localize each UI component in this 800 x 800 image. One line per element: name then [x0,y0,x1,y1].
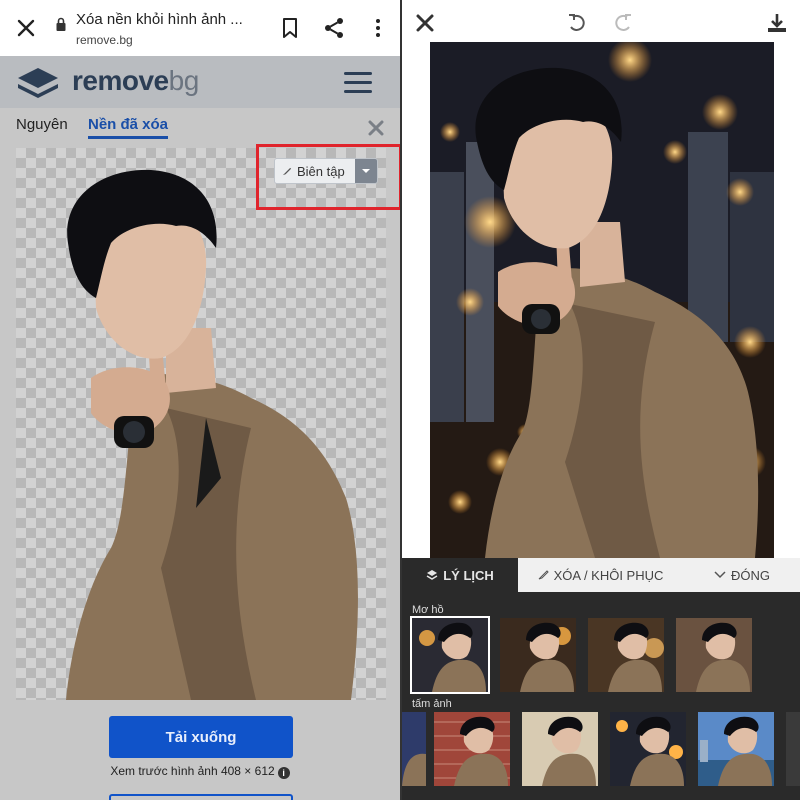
bookmark-icon[interactable] [278,16,302,40]
removebg-logo-text[interactable]: removebg [72,65,199,97]
share-icon[interactable] [322,16,346,40]
hd-download-button[interactable] [109,794,293,800]
photo-thumbnail[interactable] [434,712,510,786]
brush-icon [538,570,549,580]
logo-text-suffix: bg [168,65,200,96]
redo-icon[interactable] [612,12,634,34]
undo-icon[interactable] [566,12,588,34]
photos-section-label: tấm ảnh [412,698,452,710]
tab-background[interactable]: LÝ LỊCH [402,558,518,592]
close-icon[interactable] [14,16,38,40]
tab-original[interactable]: Nguyên [16,116,68,133]
edit-button-highlight [256,144,400,210]
tab-close[interactable]: ĐÓNG [682,558,800,592]
lock-icon [56,17,66,31]
preview-size-label: Xem trước hình ảnh 408 × 612 [110,764,275,778]
tab-erase-restore-label: XÓA / KHÔI PHỤC [553,567,664,583]
city-bokeh-background [430,42,774,558]
chevron-down-icon [714,571,726,579]
hamburger-menu-icon[interactable] [344,72,372,94]
logo-text-main: remove [72,65,169,96]
download-icon[interactable] [766,12,788,34]
edited-photo [430,42,774,558]
preview-size-text: Xem trước hình ảnh 408 × 612 i [0,764,400,779]
layers-icon [426,570,438,580]
tab-erase-restore[interactable]: XÓA / KHÔI PHỤC [518,558,682,592]
site-header: removebg [0,56,400,108]
transparent-preview [16,148,386,700]
blur-thumbnail[interactable] [410,616,490,694]
browser-toolbar: Xóa nền khỏi hình ảnh ... remove.bg [0,0,400,56]
info-icon[interactable]: i [277,767,290,779]
close-editor-icon[interactable] [414,12,436,34]
result-tabs: Nguyên Nền đã xóa [0,108,400,146]
photo-thumbnail[interactable] [402,712,426,786]
editor-panel: LÝ LỊCH XÓA / KHÔI PHỤC ĐÓNG Mơ hồ tấm ả… [400,0,800,800]
page-title: Xóa nền khỏi hình ảnh ... [76,11,243,28]
screenshot-root: Xóa nền khỏi hình ảnh ... remove.bg remo… [0,0,800,800]
tab-background-label: LÝ LỊCH [443,567,494,583]
blur-section-label: Mơ hồ [412,604,444,616]
photo-thumbnail[interactable] [698,712,774,786]
blur-thumbnail[interactable] [676,618,752,692]
close-result-icon[interactable] [366,118,386,138]
blur-thumbnail[interactable] [500,618,576,692]
cutout-person-image [66,169,358,700]
page-domain: remove.bg [76,33,133,47]
editor-tabs: LÝ LỊCH XÓA / KHÔI PHỤC ĐÓNG [402,558,800,592]
more-vert-icon[interactable] [366,16,390,40]
photo-thumbnail[interactable] [610,712,686,786]
blur-thumbnail[interactable] [588,618,664,692]
photo-thumbnail[interactable] [522,712,598,786]
removebg-logo-icon[interactable] [16,66,60,100]
photo-thumbnail[interactable] [786,712,800,786]
download-button[interactable]: Tải xuống [109,716,293,758]
removebg-page: Xóa nền khỏi hình ảnh ... remove.bg remo… [0,0,400,800]
tab-background-removed[interactable]: Nền đã xóa [88,116,169,139]
tab-close-label: ĐÓNG [731,567,770,583]
background-options-panel: Mơ hồ tấm ảnh [402,592,800,800]
